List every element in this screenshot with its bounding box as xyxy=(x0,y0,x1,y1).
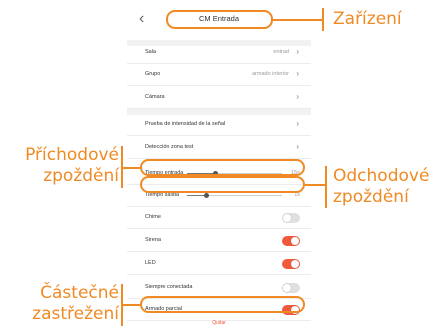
row-camara[interactable]: Cámara › xyxy=(127,87,311,109)
row-value: armado interior xyxy=(252,71,289,77)
sirena-toggle[interactable] xyxy=(282,236,300,246)
row-label: LED xyxy=(145,260,156,266)
siempre-conectada-toggle[interactable] xyxy=(282,283,300,293)
chevron-right-icon: › xyxy=(296,92,299,101)
exit-delay-slider[interactable] xyxy=(187,193,282,198)
row-deteccion-zona[interactable]: Detección zona test › xyxy=(127,137,311,159)
row-label: Prueba de intensidad de la señal xyxy=(145,121,226,127)
row-label: Sirena xyxy=(145,237,161,243)
chevron-right-icon: › xyxy=(296,142,299,151)
led-toggle[interactable] xyxy=(282,259,300,269)
annotation-bracket xyxy=(325,166,327,208)
annotation-label-device: Zařízení xyxy=(333,9,402,29)
chevron-right-icon: › xyxy=(296,119,299,128)
annotation-label-exit-delay: Odchodové zpoždění xyxy=(333,166,430,207)
chevron-right-icon: › xyxy=(296,47,299,56)
row-label: Detección zona test xyxy=(145,144,194,150)
row-prueba-intensidad[interactable]: Prueba de intensidad de la señal › xyxy=(127,114,311,136)
annotation-highlight-partial-arming xyxy=(140,296,305,313)
annotation-label-partial-arming: Částečné zastřežení xyxy=(32,283,119,324)
annotation-highlight-title xyxy=(166,10,273,29)
row-sirena: Sirena xyxy=(127,230,311,252)
toggle-knob xyxy=(291,260,299,268)
quit-button[interactable]: Quitar xyxy=(127,320,311,326)
toggle-knob xyxy=(291,237,299,245)
row-label: Cámara xyxy=(145,94,165,100)
annotation-bracket xyxy=(121,146,123,188)
slider-knob[interactable] xyxy=(203,193,209,198)
row-label: Chime xyxy=(145,214,161,220)
row-label: Siempre conectada xyxy=(145,284,193,290)
annotation-connector xyxy=(123,167,140,169)
chime-toggle[interactable] xyxy=(282,213,300,223)
row-sala[interactable]: Sala entrad › xyxy=(127,42,311,64)
row-grupo[interactable]: Grupo armado interior › xyxy=(127,64,311,86)
row-value: entrad xyxy=(273,49,289,55)
toggle-knob xyxy=(283,214,291,222)
annotation-connector xyxy=(273,19,323,21)
row-label: Grupo xyxy=(145,71,161,77)
annotation-connector xyxy=(305,184,327,186)
annotation-label-entry-delay: Příchodové zpoždění xyxy=(25,145,119,186)
row-led: LED xyxy=(127,253,311,275)
row-chime: Chime xyxy=(127,207,311,229)
annotation-bracket xyxy=(322,8,324,31)
annotation-bracket xyxy=(121,284,123,326)
toggle-knob xyxy=(283,284,291,292)
chevron-right-icon: › xyxy=(296,69,299,78)
annotation-highlight-exit-delay xyxy=(140,176,305,193)
annotation-highlight-entry-delay xyxy=(140,159,305,176)
annotation-connector xyxy=(123,304,140,306)
row-label: Sala xyxy=(145,49,157,55)
